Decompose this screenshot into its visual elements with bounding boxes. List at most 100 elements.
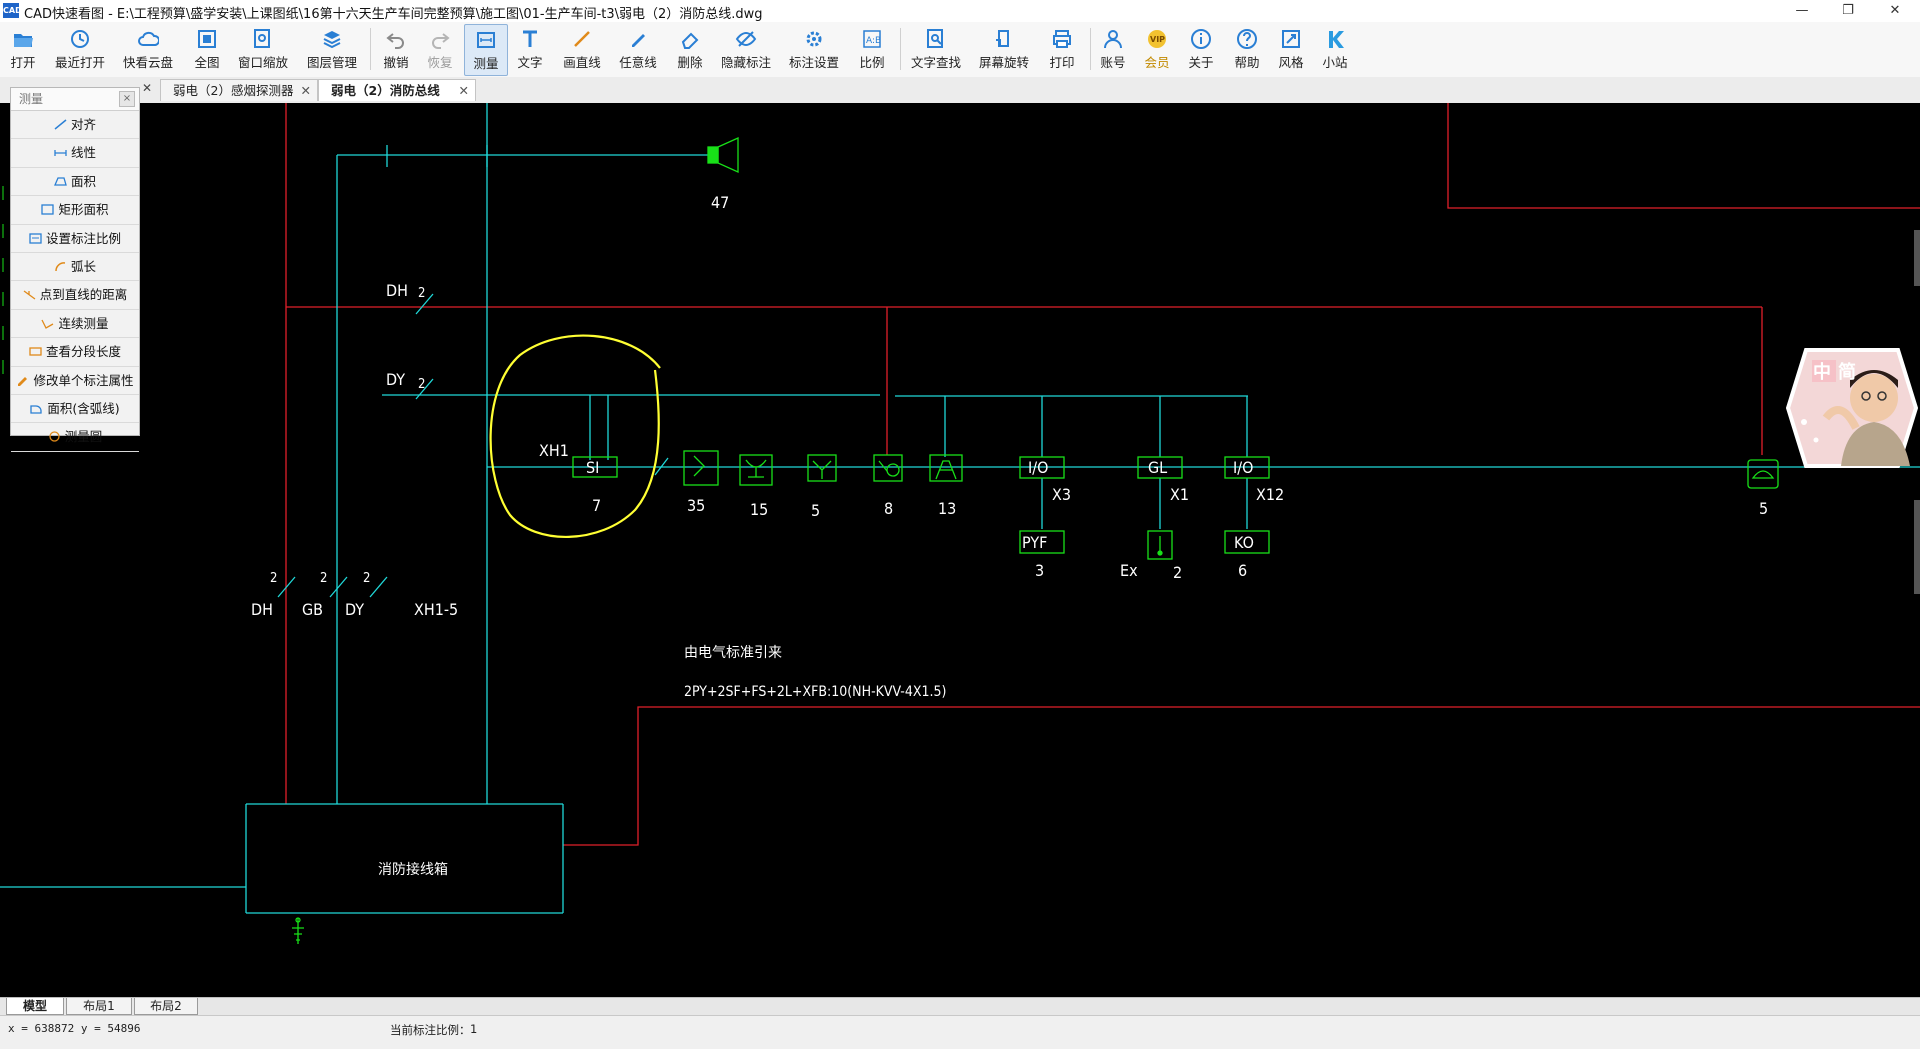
delete-button[interactable]: 删除 [672,24,708,74]
tab-close-icon[interactable]: ✕ [459,80,469,102]
window-zoom-button[interactable]: 窗口缩放 [236,24,290,74]
tab-layout-1[interactable]: 布局1 [66,998,132,1015]
help-button[interactable]: 帮助 [1230,24,1264,74]
text-search-button[interactable]: 文字查找 [908,24,964,74]
tab-fire-bus[interactable]: 弱电（2）消防总线 ✕ [318,79,476,101]
cloud-drive-button[interactable]: 快看云盘 [120,24,176,74]
scale-setting-icon [29,232,42,244]
measure-panel-title: 测量 × [11,88,139,111]
text-search-icon [927,29,943,48]
tab-layout-2[interactable]: 布局2 [134,998,198,1015]
close-window-button[interactable]: ✕ [1872,0,1918,22]
measure-panel-close-button[interactable]: × [119,91,135,107]
label-gl: GL [1148,458,1167,477]
label-35: 35 [687,496,705,515]
recent-open-button[interactable]: 最近打开 [52,24,108,74]
measure-edit-attr-item[interactable]: 修改单个标注属性 [11,367,139,395]
layout-tab-bar: 模型 布局1 布局2 [0,997,1920,1016]
measure-point-line-item[interactable]: 点到直线的距离 [11,281,139,310]
scroll-indicator[interactable] [1914,230,1920,286]
measure-segment-length-item[interactable]: 查看分段长度 [11,338,139,367]
vip-button[interactable]: VIP 会员 [1140,24,1174,74]
measure-align-item[interactable]: 对齐 [11,111,139,140]
minimize-button[interactable]: — [1779,0,1825,22]
about-button[interactable]: 关于 [1184,24,1218,74]
label-count: 2 [363,571,370,586]
account-button[interactable]: 账号 [1096,24,1130,74]
info-icon [1191,29,1211,49]
arc-icon [55,262,66,272]
cyan-wiring [0,103,1920,914]
label-dy: DY [386,370,405,389]
line-icon [574,31,590,47]
document-tab-bar: ✕ 弱电（2）感烟探测器 ✕ 弱电（2）消防总线 ✕ [0,77,1920,104]
tab-model[interactable]: 模型 [6,998,64,1015]
annotation-scale-label: 当前标注比例： [390,1023,471,1037]
floating-avatar-widget[interactable]: 中 简 [1785,348,1919,468]
label-bottom-gb: GB [302,600,323,619]
maximize-button[interactable]: ❐ [1825,0,1871,22]
measure-icon [477,32,495,48]
avatar-char: 中 [1813,361,1831,383]
panel-label: 消防接线箱 [378,861,448,878]
label-x1: X1 [1170,485,1189,504]
drawing-canvas[interactable]: DH 2 DY 2 47 XH1 SI 7 35 15 5 8 13 I/O X… [0,103,1920,997]
hide-annotation-button[interactable]: 隐藏标注 [718,24,774,74]
point-line-icon [23,290,36,300]
undo-icon [386,33,404,49]
note-cable: 2PY+2SF+FS+2L+XFB:10(NH-KVV-4X1.5) [684,684,946,700]
style-button[interactable]: 风格 [1274,24,1308,74]
label-x3: X3 [1052,485,1071,504]
eraser-icon [681,32,699,49]
full-view-button[interactable]: 全图 [188,24,226,74]
tab-close-icon[interactable]: ✕ [301,80,311,102]
cursor-coordinates: x = 638872 y = 54896 [8,1022,141,1035]
circle-measure-icon [49,431,60,442]
style-icon [1282,30,1300,48]
label-si: SI [586,458,599,477]
cloud-icon [138,31,159,46]
label-x12: X12 [1256,485,1284,504]
measure-rect-area-item[interactable]: 矩形面积 [11,196,139,225]
area-icon [53,177,67,186]
station-button[interactable]: 小站 [1318,24,1352,74]
layer-manager-button[interactable]: 图层管理 [304,24,360,74]
measure-panel: 测量 × 对齐 线性 面积 矩形面积 设置标注比例 弧长 点到直线的距离 连续测… [10,87,140,452]
yellow-circle-annotation [489,334,661,538]
label-ko: KO [1234,533,1254,552]
measure-set-scale-item[interactable]: 设置标注比例 [11,225,139,253]
screen-rotate-button[interactable]: 屏幕旋转 [976,24,1032,74]
measure-circle-item[interactable]: 测量圆 [11,423,139,452]
label-count: 2 [418,377,425,392]
tab-smoke-detector[interactable]: 弱电（2）感烟探测器 ✕ [160,79,318,101]
window-title: CAD快速看图 - E:\工程预算\盛学安装\上课图纸\16第十六天生产车间完整… [24,7,763,22]
text-button[interactable]: 文字 [512,24,548,74]
folder-open-icon [14,34,33,47]
label-xh1: XH1 [539,441,569,460]
scroll-indicator[interactable] [1914,500,1920,594]
draw-line-button[interactable]: 画直线 [558,24,606,74]
measure-arc-length-item[interactable]: 弧长 [11,253,139,282]
measure-arc-area-item[interactable]: 面积(含弧线) [11,395,139,424]
label-si-count: 7 [592,496,601,515]
freehand-button[interactable]: 任意线 [614,24,662,74]
annotation-settings-button[interactable]: 标注设置 [786,24,842,74]
measure-area-item[interactable]: 面积 [11,168,139,197]
vip-icon: VIP [1148,30,1166,48]
measure-linear-item[interactable]: 线性 [11,139,139,168]
scale-button[interactable]: A:B 比例 [854,24,890,74]
measure-button[interactable]: 测量 [464,24,508,76]
avatar-char: 简 [1838,361,1856,383]
label-bottom-xh: XH1-5 [414,600,458,619]
open-button[interactable]: 打开 [4,24,42,74]
history-icon [71,30,89,48]
print-button[interactable]: 打印 [1044,24,1080,74]
status-bar: x = 638872 y = 54896 当前标注比例： 1 [0,1015,1920,1049]
hidden-tab-close[interactable]: ✕ [142,81,152,95]
label-count: 2 [418,286,425,301]
label-speaker-count: 47 [711,193,729,212]
measure-continuous-item[interactable]: 连续测量 [11,310,139,339]
continuous-measure-icon [41,319,54,329]
redo-button[interactable]: 恢复 [422,24,458,74]
undo-button[interactable]: 撤销 [378,24,414,74]
